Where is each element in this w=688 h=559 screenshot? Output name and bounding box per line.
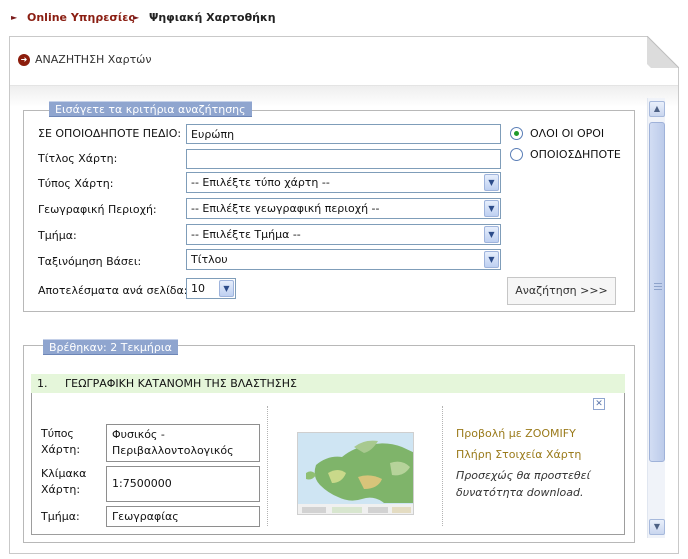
- result-scale-value: 1:7500000: [106, 466, 260, 502]
- search-button[interactable]: Αναζήτηση >>>: [507, 277, 616, 305]
- result-type-value: Φυσικός - Περιβαλλοντολογικός: [106, 424, 260, 462]
- chevron-down-icon[interactable]: ▼: [219, 280, 234, 297]
- any-field-label: ΣΕ ΟΠΟΙΟΔΗΠΟΤΕ ΠΕΔΙΟ:: [38, 127, 182, 140]
- map-title-label: Τίτλος Χάρτη:: [38, 152, 118, 165]
- any-field-input[interactable]: [186, 124, 501, 144]
- result-section-value: Γεωγραφίας: [106, 506, 260, 527]
- map-type-select-value: -- Επιλέξτε τύπο χάρτη --: [191, 176, 330, 189]
- result-type-label: Τύπος Χάρτη:: [41, 427, 81, 456]
- result-title-bar[interactable]: 1. ΓΕΩΓΡΑΦΙΚΗ ΚΑΤΑΝΟΜΗ ΤΗΣ ΒΛΑΣΤΗΣΗΣ: [31, 374, 625, 393]
- chevron-down-icon[interactable]: ▼: [484, 251, 499, 268]
- sort-label: Ταξινόμηση Βάσει:: [38, 255, 142, 268]
- sort-select-value: Τίτλου: [191, 253, 228, 266]
- scroll-down-button[interactable]: ▼: [649, 519, 665, 535]
- map-title-input[interactable]: [186, 149, 501, 169]
- europe-vegetation-map-image: [298, 433, 413, 514]
- region-select-value: -- Επιλέξτε γεωγραφική περιοχή --: [191, 202, 380, 215]
- close-icon[interactable]: ✕: [593, 398, 605, 410]
- section-label: Τμήμα:: [38, 229, 77, 242]
- column-divider: [267, 406, 268, 526]
- zoomify-view-link[interactable]: Προβολή με ZOOMIFY: [456, 427, 576, 440]
- result-scale-label: Κλίμακα Χάρτη:: [41, 467, 87, 496]
- result-number: 1.: [37, 377, 48, 390]
- region-label: Γεωγραφική Περιοχή:: [38, 203, 157, 216]
- region-select[interactable]: -- Επιλέξτε γεωγραφική περιοχή -- ▼: [186, 198, 501, 219]
- radio-any-term-button[interactable]: [510, 148, 523, 161]
- breadcrumb-current: Ψηφιακή Χαρτοθήκη: [149, 11, 276, 24]
- download-note: Προσεχώς θα προστεθεί δυνατότητα downloa…: [456, 469, 591, 499]
- per-page-select[interactable]: 10 ▼: [186, 278, 236, 299]
- chevron-down-icon[interactable]: ▼: [484, 174, 499, 191]
- results-count-legend: Βρέθηκαν: 2 Τεκμήρια: [43, 339, 178, 355]
- result-title: ΓΕΩΓΡΑΦΙΚΗ ΚΑΤΑΝΟΜΗ ΤΗΣ ΒΛΑΣΤΗΣΗΣ: [65, 377, 297, 390]
- sort-select[interactable]: Τίτλου ▼: [186, 249, 501, 270]
- section-select[interactable]: -- Επιλέξτε Τμήμα -- ▼: [186, 224, 501, 245]
- map-type-label: Τύπος Χάρτη:: [38, 177, 114, 190]
- scroll-up-button[interactable]: ▲: [649, 101, 665, 117]
- breadcrumb: ► Online Υπηρεσίες ► Ψηφιακή Χαρτοθήκη: [0, 0, 688, 36]
- chevron-right-icon: ►: [11, 13, 18, 22]
- radio-any-term-label: ΟΠΟΙΟΣΔΗΠΟΤΕ: [530, 148, 621, 161]
- map-thumbnail[interactable]: [297, 432, 414, 515]
- result-section-label: Τμήμα:: [41, 510, 80, 523]
- vertical-scrollbar[interactable]: ▲ ▼: [647, 98, 665, 538]
- per-page-select-value: 10: [191, 282, 205, 295]
- arrow-right-icon: ➜: [18, 54, 30, 66]
- chevron-down-icon[interactable]: ▼: [484, 226, 499, 243]
- radio-selected-dot: [514, 131, 519, 136]
- column-divider: [442, 406, 443, 526]
- chevron-right-icon: ►: [133, 13, 140, 22]
- search-criteria-legend: Εισάγετε τα κριτήρια αναζήτησης: [49, 101, 252, 117]
- full-map-details-link[interactable]: Πλήρη Στοιχεία Χάρτη: [456, 448, 581, 461]
- section-select-value: -- Επιλέξτε Τμήμα --: [191, 228, 301, 241]
- page-fold-corner: [647, 36, 679, 68]
- breadcrumb-link-online-services[interactable]: Online Υπηρεσίες: [27, 11, 135, 24]
- map-type-select[interactable]: -- Επιλέξτε τύπο χάρτη -- ▼: [186, 172, 501, 193]
- grip-icon: [654, 283, 662, 292]
- radio-all-terms-label: ΟΛΟΙ ΟΙ ΟΡΟΙ: [530, 127, 605, 140]
- page-title: ΑΝΑΖΗΤΗΣΗ Χαρτών: [35, 53, 152, 66]
- radio-all-terms-button[interactable]: [510, 127, 523, 140]
- scrollbar-thumb[interactable]: [649, 122, 665, 462]
- per-page-label: Αποτελέσματα ανά σελίδα:: [38, 284, 188, 297]
- chevron-down-icon[interactable]: ▼: [484, 200, 499, 217]
